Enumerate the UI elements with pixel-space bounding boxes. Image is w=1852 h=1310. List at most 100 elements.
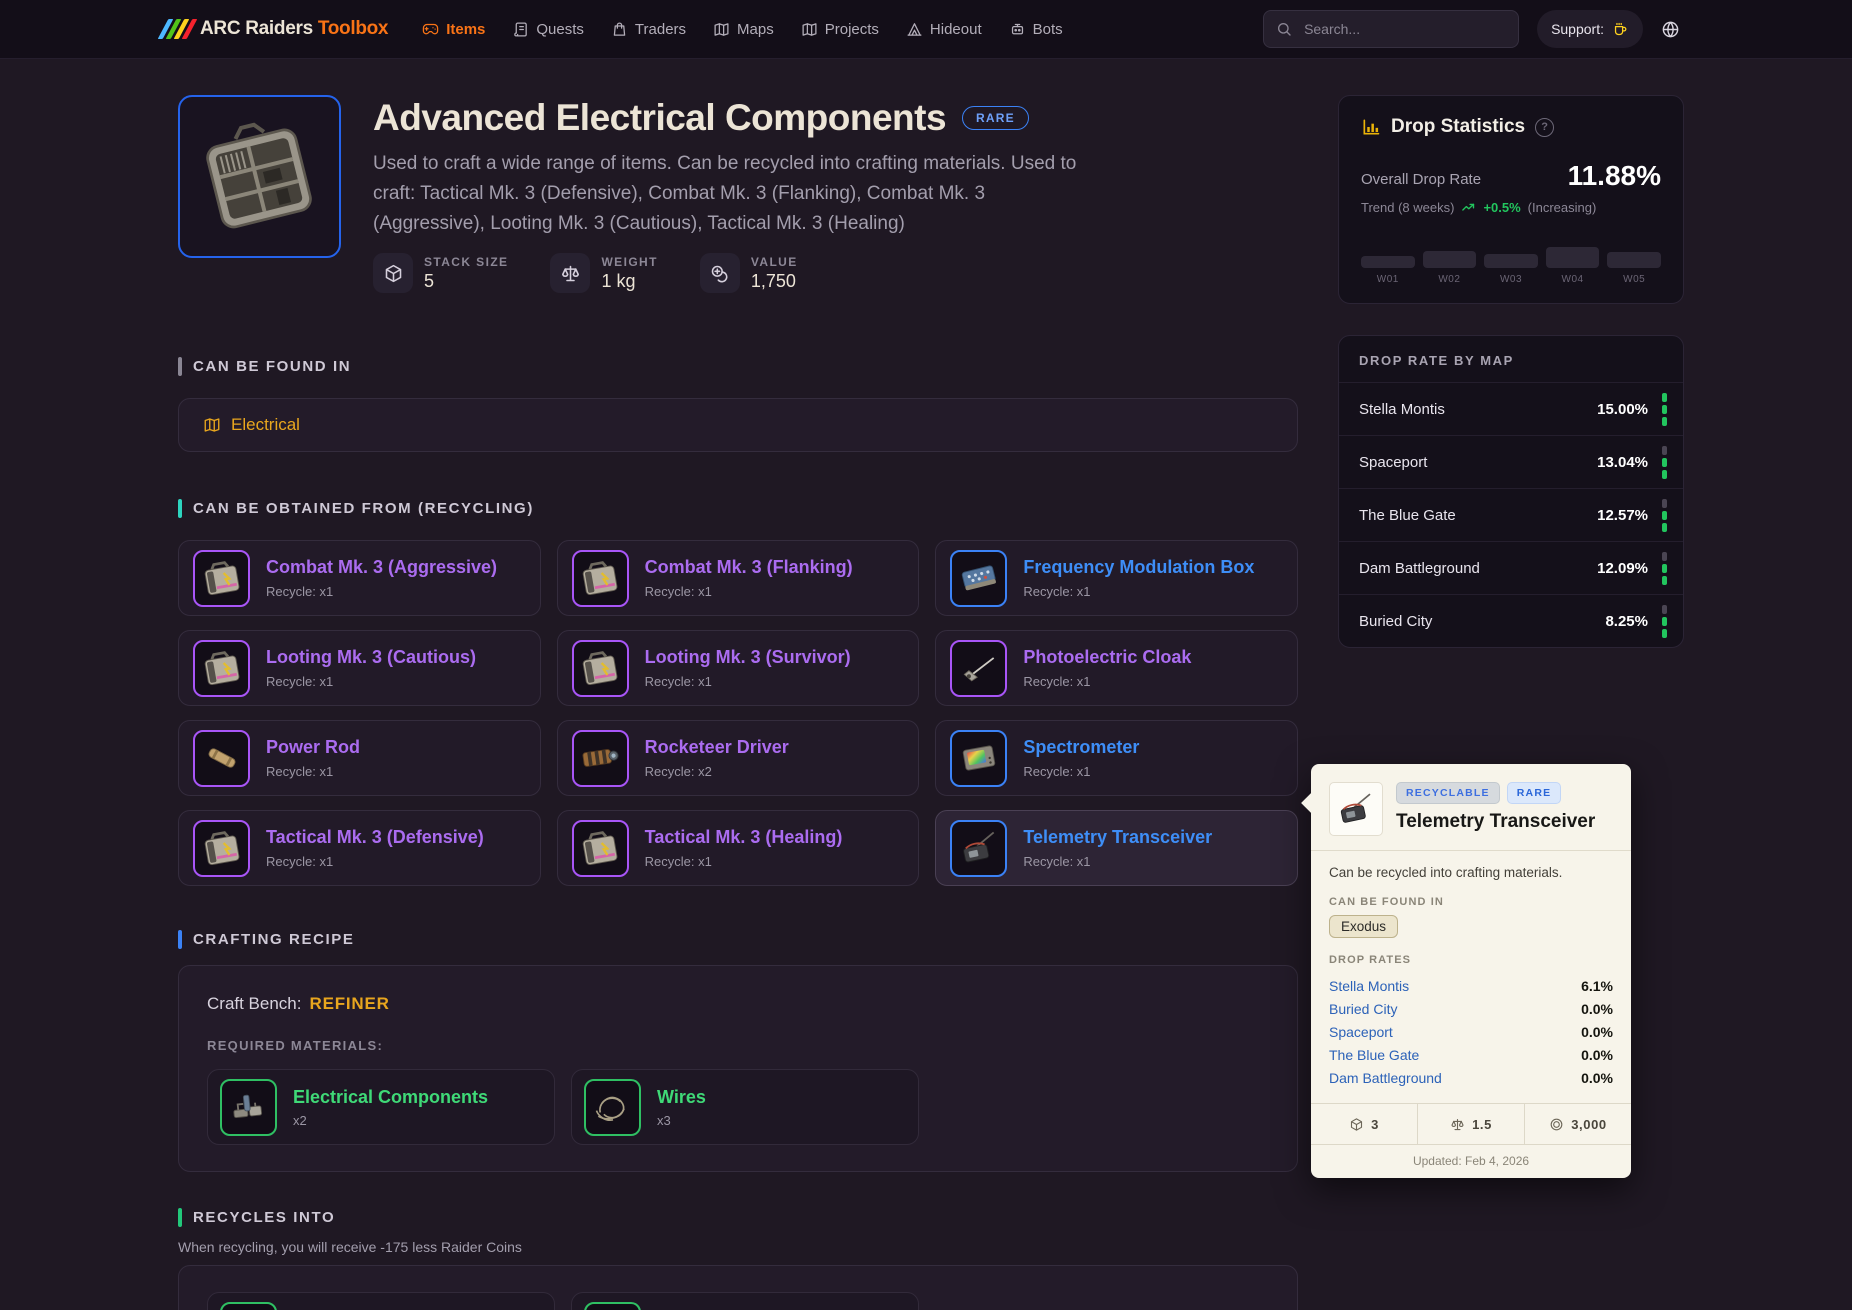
material-card-wires[interactable]: Wires x1 [571, 1292, 919, 1310]
help-icon[interactable]: ? [1535, 117, 1555, 137]
recycling-card-tactical-mk3-healing[interactable]: Tactical Mk. 3 (Healing) Recycle: x1 [556, 810, 920, 886]
scales-icon [550, 253, 591, 293]
craft-bench-line: Craft Bench: REFINER [207, 994, 390, 1013]
item-thumbnail [571, 639, 629, 697]
map-link[interactable]: Stella Montis [1329, 978, 1409, 994]
support-label: Support: [1551, 21, 1604, 37]
map-link[interactable]: Buried City [1329, 1001, 1397, 1017]
trend-row: Trend (8 weeks) +0.5% (Increasing) [1361, 200, 1597, 215]
recycling-card-combat-mk3-aggressive[interactable]: Combat Mk. 3 (Aggressive) Recycle: x1 [178, 540, 541, 616]
recycling-card-power-rod[interactable]: Power Rod Recycle: x1 [178, 720, 541, 796]
page-title: Advanced Electrical Components [373, 97, 947, 138]
chart-bar [1422, 251, 1477, 268]
found-in-electrical[interactable]: Electrical [178, 398, 1298, 452]
map-row-the-blue-gate[interactable]: The Blue Gate 12.57% [1339, 488, 1683, 541]
map-link[interactable]: Dam Battleground [1329, 1070, 1442, 1086]
tooltip-value-stat: 3,000 [1524, 1104, 1631, 1144]
nav-item-label: Traders [634, 20, 687, 38]
recycling-card-looting-mk3-cautious[interactable]: Looting Mk. 3 (Cautious) Recycle: x1 [178, 630, 541, 706]
item-thumbnail [950, 819, 1008, 877]
item-thumbnail [950, 639, 1008, 697]
rate-indicator [1662, 604, 1667, 638]
support-button[interactable]: Support: [1537, 10, 1643, 48]
recycling-card-photoelectric-cloak[interactable]: Photoelectric Cloak Recycle: x1 [935, 630, 1298, 706]
section-heading-recycling: CAN BE OBTAINED FROM (RECYCLING) [178, 499, 1298, 518]
map-link[interactable]: The Blue Gate [1329, 1047, 1419, 1063]
section-heading-found-in: CAN BE FOUND IN [178, 357, 1298, 376]
nav-item-bots[interactable]: Bots [1009, 21, 1063, 38]
map-row-buried-city[interactable]: Buried City 8.25% [1339, 594, 1683, 647]
nav-item-quests[interactable]: Quests [512, 21, 584, 38]
cube-icon [373, 253, 413, 293]
map-row-stella-montis[interactable]: Stella Montis 15.00% [1339, 382, 1683, 435]
coin-icon [1549, 1117, 1564, 1132]
blue-box-icon [957, 556, 1001, 600]
recycling-card-telemetry-transceiver[interactable]: Telemetry Transceiver Recycle: x1 [935, 810, 1298, 886]
stat-value: 1,750 [750, 270, 796, 291]
case-icon [200, 826, 244, 870]
recycling-card-looting-mk3-survivor[interactable]: Looting Mk. 3 (Survivor) Recycle: x1 [556, 630, 920, 706]
gamepad-icon [422, 21, 439, 38]
recycling-grid: Combat Mk. 3 (Aggressive) Recycle: x1 Co… [178, 540, 1298, 886]
cloak-icon [957, 646, 1001, 690]
map-link[interactable]: Spaceport [1329, 1024, 1393, 1040]
brand-logo[interactable]: ARC Raiders Toolbox [157, 18, 389, 40]
recyclable-badge: RECYCLABLE [1396, 782, 1500, 804]
map-row-spaceport[interactable]: Spaceport 13.04% [1339, 435, 1683, 488]
navbar: ARC Raiders Toolbox Items Quests Traders [0, 0, 1852, 59]
nav-item-items[interactable]: Items [422, 21, 485, 38]
recycling-card-combat-mk3-flanking[interactable]: Combat Mk. 3 (Flanking) Recycle: x1 [556, 540, 920, 616]
search-input[interactable] [1302, 20, 1507, 38]
transceiver-icon [957, 826, 1001, 870]
item-image [178, 95, 341, 258]
nav-item-projects[interactable]: Projects [801, 21, 879, 38]
found-in-label: Electrical [231, 415, 300, 434]
scroll-icon [512, 21, 529, 38]
coins-icon [699, 253, 740, 293]
rate-indicator [1662, 551, 1667, 585]
nav-links: Items Quests Traders Maps Projects Hideo… [422, 21, 1063, 38]
nav-item-label: Items [446, 20, 486, 38]
coffee-mug-icon [1612, 21, 1629, 38]
rate-indicator [1662, 498, 1667, 532]
page: ARC Raiders Toolbox Items Quests Traders [0, 0, 1852, 1310]
material-card-wires[interactable]: Wires x3 [571, 1069, 919, 1145]
recycling-card-rocketeer-driver[interactable]: Rocketeer Driver Recycle: x2 [556, 720, 920, 796]
tooltip-weight-stat: 1.5 [1417, 1104, 1524, 1144]
recycling-card-spectrometer[interactable]: Spectrometer Recycle: x1 [935, 720, 1298, 796]
material-card-electrical-components[interactable]: Electrical Components x2 [207, 1069, 555, 1145]
map-row-dam-battleground[interactable]: Dam Battleground 12.09% [1339, 541, 1683, 594]
main-content: Advanced Electrical Components RARE Used… [178, 95, 1298, 1310]
section-bar [178, 499, 182, 518]
recycling-card-frequency-modulation-box[interactable]: Frequency Modulation Box Recycle: x1 [935, 540, 1298, 616]
globe-icon [1661, 20, 1680, 39]
material-card-electrical-components[interactable]: Electrical Components x1 [207, 1292, 555, 1310]
crafting-recipe-card: Craft Bench: REFINER REQUIRED MATERIALS: … [178, 965, 1298, 1172]
drop-rate-by-map-panel: DROP RATE BY MAP Stella Montis 15.00% Sp… [1338, 335, 1684, 648]
search-icon [1276, 21, 1292, 37]
item-thumbnail [571, 729, 629, 787]
tooltip-footer-stats: 3 1.5 3,000 [1311, 1103, 1631, 1144]
case-icon [578, 556, 622, 600]
search-box [1263, 10, 1520, 48]
overall-drop-rate-value: 11.88% [1567, 160, 1661, 191]
language-button[interactable] [1661, 20, 1680, 39]
item-description: Used to craft a wide range of items. Can… [373, 153, 1077, 234]
drop-rate-by-map-heading: DROP RATE BY MAP [1359, 353, 1514, 368]
chart-bar [1484, 254, 1538, 268]
chart-bar [1361, 256, 1415, 268]
tooltip-title: Telemetry Transceiver [1396, 811, 1596, 832]
rate-indicator [1662, 392, 1667, 426]
item-thumbnail [220, 1078, 277, 1136]
nav-item-label: Hideout [929, 20, 982, 38]
stat-label: STACK SIZE [424, 254, 509, 269]
found-in-tag-exodus[interactable]: Exodus [1329, 915, 1399, 938]
cube-icon [1349, 1117, 1364, 1132]
section-bar [178, 930, 182, 949]
overall-drop-rate-label: Overall Drop Rate [1361, 171, 1482, 188]
recycling-card-tactical-mk3-defensive[interactable]: Tactical Mk. 3 (Defensive) Recycle: x1 [178, 810, 541, 886]
tooltip-drop-rates: Stella Montis 6.1% Buried City 0.0% Spacep… [1329, 977, 1613, 1086]
nav-item-hideout[interactable]: Hideout [906, 21, 982, 38]
nav-item-traders[interactable]: Traders [611, 21, 686, 38]
nav-item-maps[interactable]: Maps [713, 21, 774, 38]
